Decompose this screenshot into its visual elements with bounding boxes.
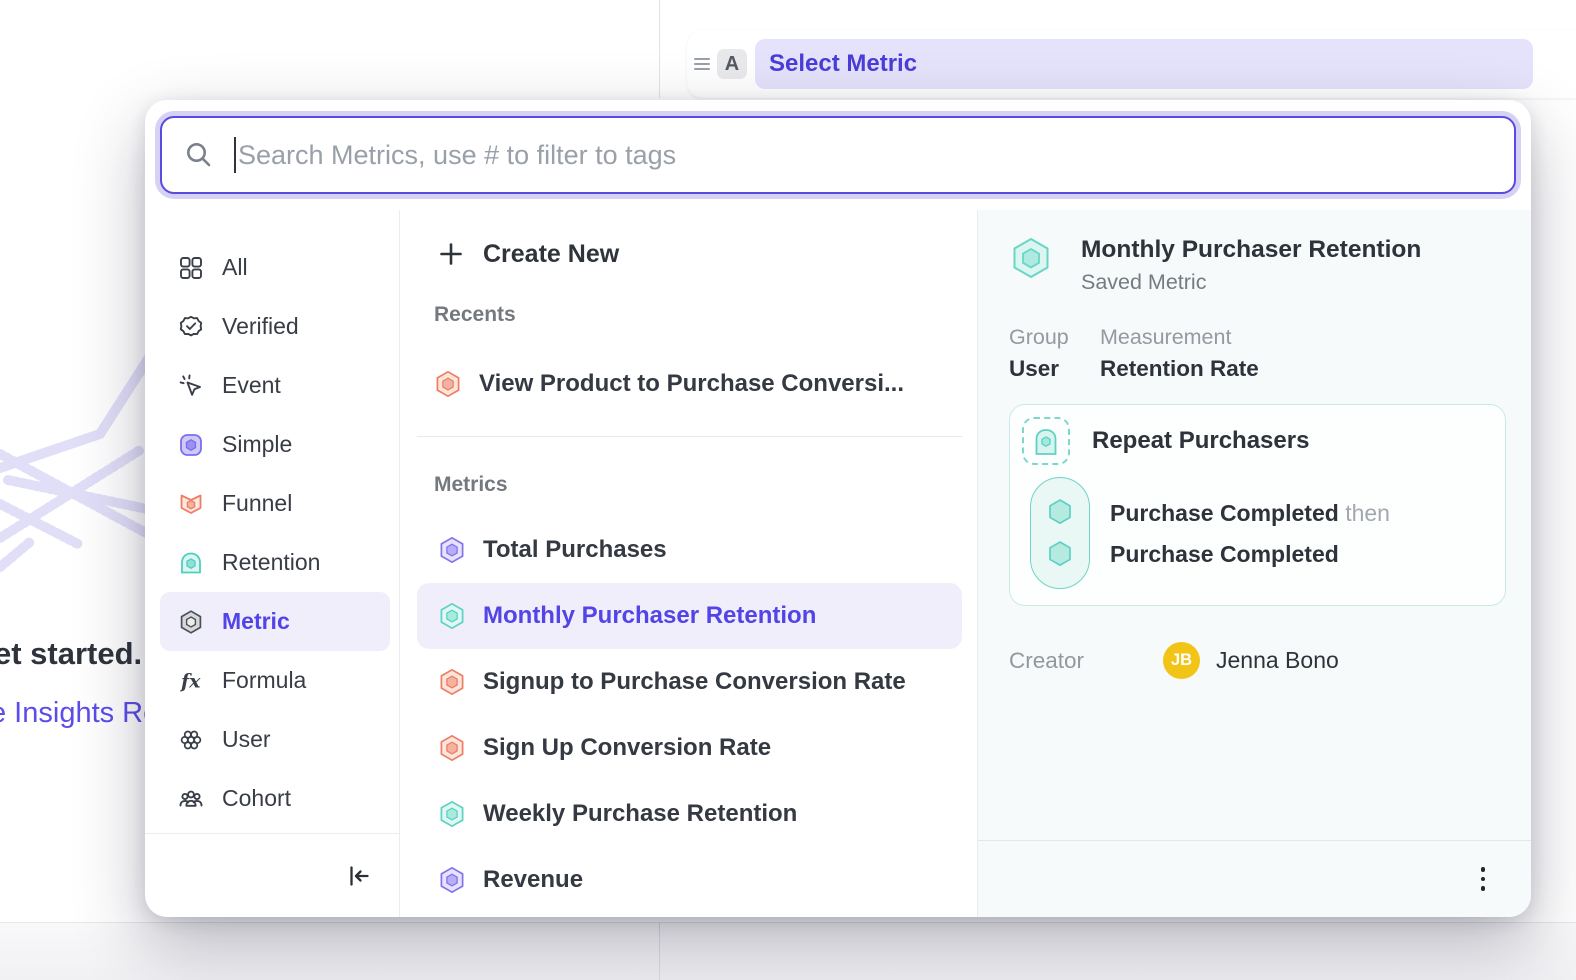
create-new-button[interactable]: Create New	[434, 230, 961, 278]
metric-item-monthly-purchaser-retention[interactable]: Monthly Purchaser Retention	[417, 583, 962, 649]
simple-hexagon-icon	[438, 536, 466, 564]
grid-icon	[178, 255, 204, 281]
creator-name: Jenna Bono	[1216, 647, 1339, 674]
metric-list-panel: Create New Recents View Product to Purch…	[400, 210, 978, 917]
simple-hexagon-icon	[438, 866, 466, 894]
simple-metric-icon	[178, 432, 204, 458]
funnel-metric-icon	[178, 491, 204, 517]
sidebar-item-formula[interactable]: fx Formula	[160, 651, 390, 710]
metrics-header: Metrics	[434, 472, 961, 498]
step-connector: then	[1345, 500, 1390, 526]
sidebar-item-retention[interactable]: Retention	[160, 533, 390, 592]
detail-footer	[978, 840, 1531, 917]
detail-type-label: Saved Metric	[1081, 270, 1421, 295]
detail-title: Monthly Purchaser Retention	[1081, 236, 1421, 264]
event-cursor-icon	[178, 373, 204, 399]
step-hexagon-icon	[1045, 497, 1075, 527]
creator-label: Creator	[1009, 648, 1163, 674]
canvas-divider-top	[659, 0, 660, 98]
recent-metric-item[interactable]: View Product to Purchase Conversi...	[434, 356, 961, 412]
definition-name: Repeat Purchasers	[1092, 427, 1309, 455]
group-value: User	[1009, 356, 1100, 382]
background-link-fragment[interactable]: e Insights Re	[0, 697, 159, 730]
metric-definition-card: Repeat Purchasers Purchase Completed the…	[1009, 404, 1506, 606]
metric-item-signup-to-purchase-conversion-rate[interactable]: Signup to Purchase Conversion Rate	[417, 649, 962, 715]
collapse-sidebar-icon[interactable]	[346, 863, 372, 889]
definition-step-1: Purchase Completed then	[1110, 493, 1390, 534]
search-icon	[184, 140, 214, 170]
saved-metric-icon	[178, 609, 204, 635]
select-metric-label: Select Metric	[769, 50, 917, 78]
measurement-value: Retention Rate	[1100, 356, 1515, 382]
sidebar-footer	[145, 833, 400, 917]
sidebar-item-all[interactable]: All	[160, 238, 390, 297]
creator-avatar: JB	[1163, 642, 1200, 679]
metric-letter-badge: A	[717, 49, 747, 79]
retention-definition-icon	[1022, 417, 1070, 465]
saved-metric-hexagon-icon	[1009, 236, 1053, 280]
metric-row-card: A Select Metric	[687, 30, 1576, 98]
user-cluster-icon	[178, 727, 204, 753]
retention-steps-pill	[1030, 477, 1090, 589]
text-cursor	[234, 137, 236, 173]
cohort-people-icon	[178, 786, 204, 812]
svg-text:fx: fx	[179, 670, 201, 692]
retention-hexagon-icon	[438, 602, 466, 630]
retention-hexagon-icon	[438, 800, 466, 828]
sidebar-item-event[interactable]: Event	[160, 356, 390, 415]
sidebar-item-user[interactable]: User	[160, 710, 390, 769]
search-box[interactable]	[160, 116, 1516, 194]
list-divider	[417, 436, 962, 437]
sidebar-item-funnel[interactable]: Funnel	[160, 474, 390, 533]
group-label: Group	[1009, 325, 1100, 350]
definition-step-2: Purchase Completed	[1110, 534, 1390, 575]
more-options-icon[interactable]	[1475, 861, 1492, 897]
metric-picker-modal: All Verified Event	[145, 100, 1531, 917]
metric-item-revenue[interactable]: Revenue	[417, 847, 962, 913]
metric-item-sign-up-conversion-rate[interactable]: Sign Up Conversion Rate	[417, 715, 962, 781]
search-input[interactable]	[238, 140, 1514, 171]
retention-metric-icon	[178, 550, 204, 576]
funnel-hexagon-icon	[434, 370, 462, 398]
sidebar-item-cohort[interactable]: Cohort	[160, 769, 390, 828]
drag-handle-icon[interactable]	[694, 58, 710, 71]
measurement-label: Measurement	[1100, 325, 1515, 350]
funnel-hexagon-icon	[438, 668, 466, 696]
filter-sidebar: All Verified Event	[145, 210, 400, 917]
metric-item-total-purchases[interactable]: Total Purchases	[417, 517, 962, 583]
plus-icon	[438, 241, 464, 267]
funnel-hexagon-icon	[438, 734, 466, 762]
background-headline-fragment: et started.	[0, 636, 142, 672]
verified-badge-icon	[178, 314, 204, 340]
sidebar-item-simple[interactable]: Simple	[160, 415, 390, 474]
metric-item-weekly-purchase-retention[interactable]: Weekly Purchase Retention	[417, 781, 962, 847]
canvas-bottom-strip	[0, 922, 1576, 980]
step-hexagon-icon	[1045, 539, 1075, 569]
decorative-chart-lines	[0, 352, 155, 597]
formula-icon: fx	[178, 668, 204, 694]
sidebar-item-verified[interactable]: Verified	[160, 297, 390, 356]
select-metric-button[interactable]: Select Metric	[755, 39, 1533, 89]
sidebar-item-metric[interactable]: Metric	[160, 592, 390, 651]
recents-header: Recents	[434, 302, 961, 328]
metric-detail-panel: Monthly Purchaser Retention Saved Metric…	[978, 210, 1531, 917]
canvas-divider-bottom	[659, 923, 660, 980]
